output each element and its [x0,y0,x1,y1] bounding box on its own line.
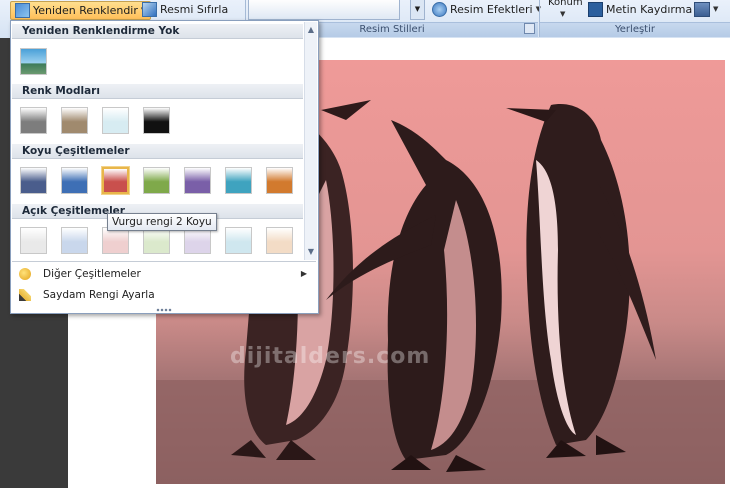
tooltip: Vurgu rengi 2 Koyu [107,213,217,231]
thumb-color-mode-1[interactable] [20,107,47,134]
gallery-scrollbar[interactable]: ▲ ▼ [304,22,317,260]
thumb-dark-variation-4[interactable] [143,167,170,194]
thumb-color-mode-4[interactable] [143,107,170,134]
thumb-dark-variation-7[interactable] [266,167,293,194]
align-icon [694,2,710,17]
reset-picture-button[interactable]: Resmi Sıfırla [138,1,232,18]
separator [12,261,316,262]
thumb-light-variation-3[interactable] [102,227,129,254]
group-label-arrange: Yerleştir [540,22,730,37]
section-header-color-modes: Renk Modları [12,84,303,99]
section-header-no-recolor: Yeniden Renklendirme Yok [12,24,303,39]
position-caret[interactable]: ▼ [556,10,569,18]
chevron-down-icon: ▼ [560,10,566,18]
thumb-dark-variation-3[interactable] [101,166,130,195]
scroll-down-icon[interactable]: ▼ [305,246,317,258]
set-transparent-label: Saydam Rengi Ayarla [43,289,155,301]
thumb-light-variation-6[interactable] [225,227,252,254]
thumb-light-variation-2[interactable] [61,227,88,254]
more-variations-menu-item[interactable]: Diğer Çeşitlemeler ▶ [12,264,315,284]
dialog-launcher-icon[interactable] [524,23,535,34]
more-variations-label: Diğer Çeşitlemeler [43,268,141,280]
thumb-light-variation-5[interactable] [184,227,211,254]
thumb-dark-variation-5[interactable] [184,167,211,194]
picture-effects-label: Resim Efektleri [450,3,533,16]
picture-effects-icon [432,2,447,17]
thumb-dark-variation-6[interactable] [225,167,252,194]
recolor-button[interactable]: Yeniden Renklendir ▼ [10,1,152,20]
reset-picture-icon [142,2,157,17]
recolor-button-label: Yeniden Renklendir [33,4,138,17]
thumb-color-mode-2[interactable] [61,107,88,134]
picture-effects-button[interactable]: Resim Efektleri ▼ [428,1,545,18]
thumb-dark-variation-2[interactable] [61,167,88,194]
set-transparent-color-menu-item[interactable]: Saydam Rengi Ayarla [12,285,315,305]
text-wrap-icon [588,2,603,17]
text-wrap-label: Metin Kaydırma [606,3,693,16]
align-button[interactable]: ▼ [690,1,722,18]
gallery-more-button[interactable]: ▼ [410,0,425,20]
color-palette-icon [19,268,31,280]
recolor-icon [15,3,30,18]
pen-icon [19,289,31,301]
reset-picture-label: Resmi Sıfırla [160,3,229,16]
thumb-light-variation-4[interactable] [143,227,170,254]
section-header-dark-variations: Koyu Çeşitlemeler [12,144,303,159]
thumb-color-mode-3[interactable] [102,107,129,134]
text-wrap-button[interactable]: Metin Kaydırma ▼ [584,1,705,18]
picture-styles-gallery[interactable] [248,0,400,20]
chevron-down-icon: ▼ [713,5,719,13]
thumb-light-variation-7[interactable] [266,227,293,254]
recolor-dropdown: Yeniden Renklendirme Yok Renk Modları Ko… [10,20,319,314]
scroll-up-icon[interactable]: ▲ [305,24,317,36]
thumb-dark-variation-1[interactable] [20,167,47,194]
resize-gripper[interactable] [156,308,172,312]
watermark-text: dijitalders.com [230,344,431,369]
chevron-right-icon: ▶ [300,269,307,278]
thumb-no-recolor[interactable] [20,48,47,75]
thumb-light-variation-1[interactable] [20,227,47,254]
